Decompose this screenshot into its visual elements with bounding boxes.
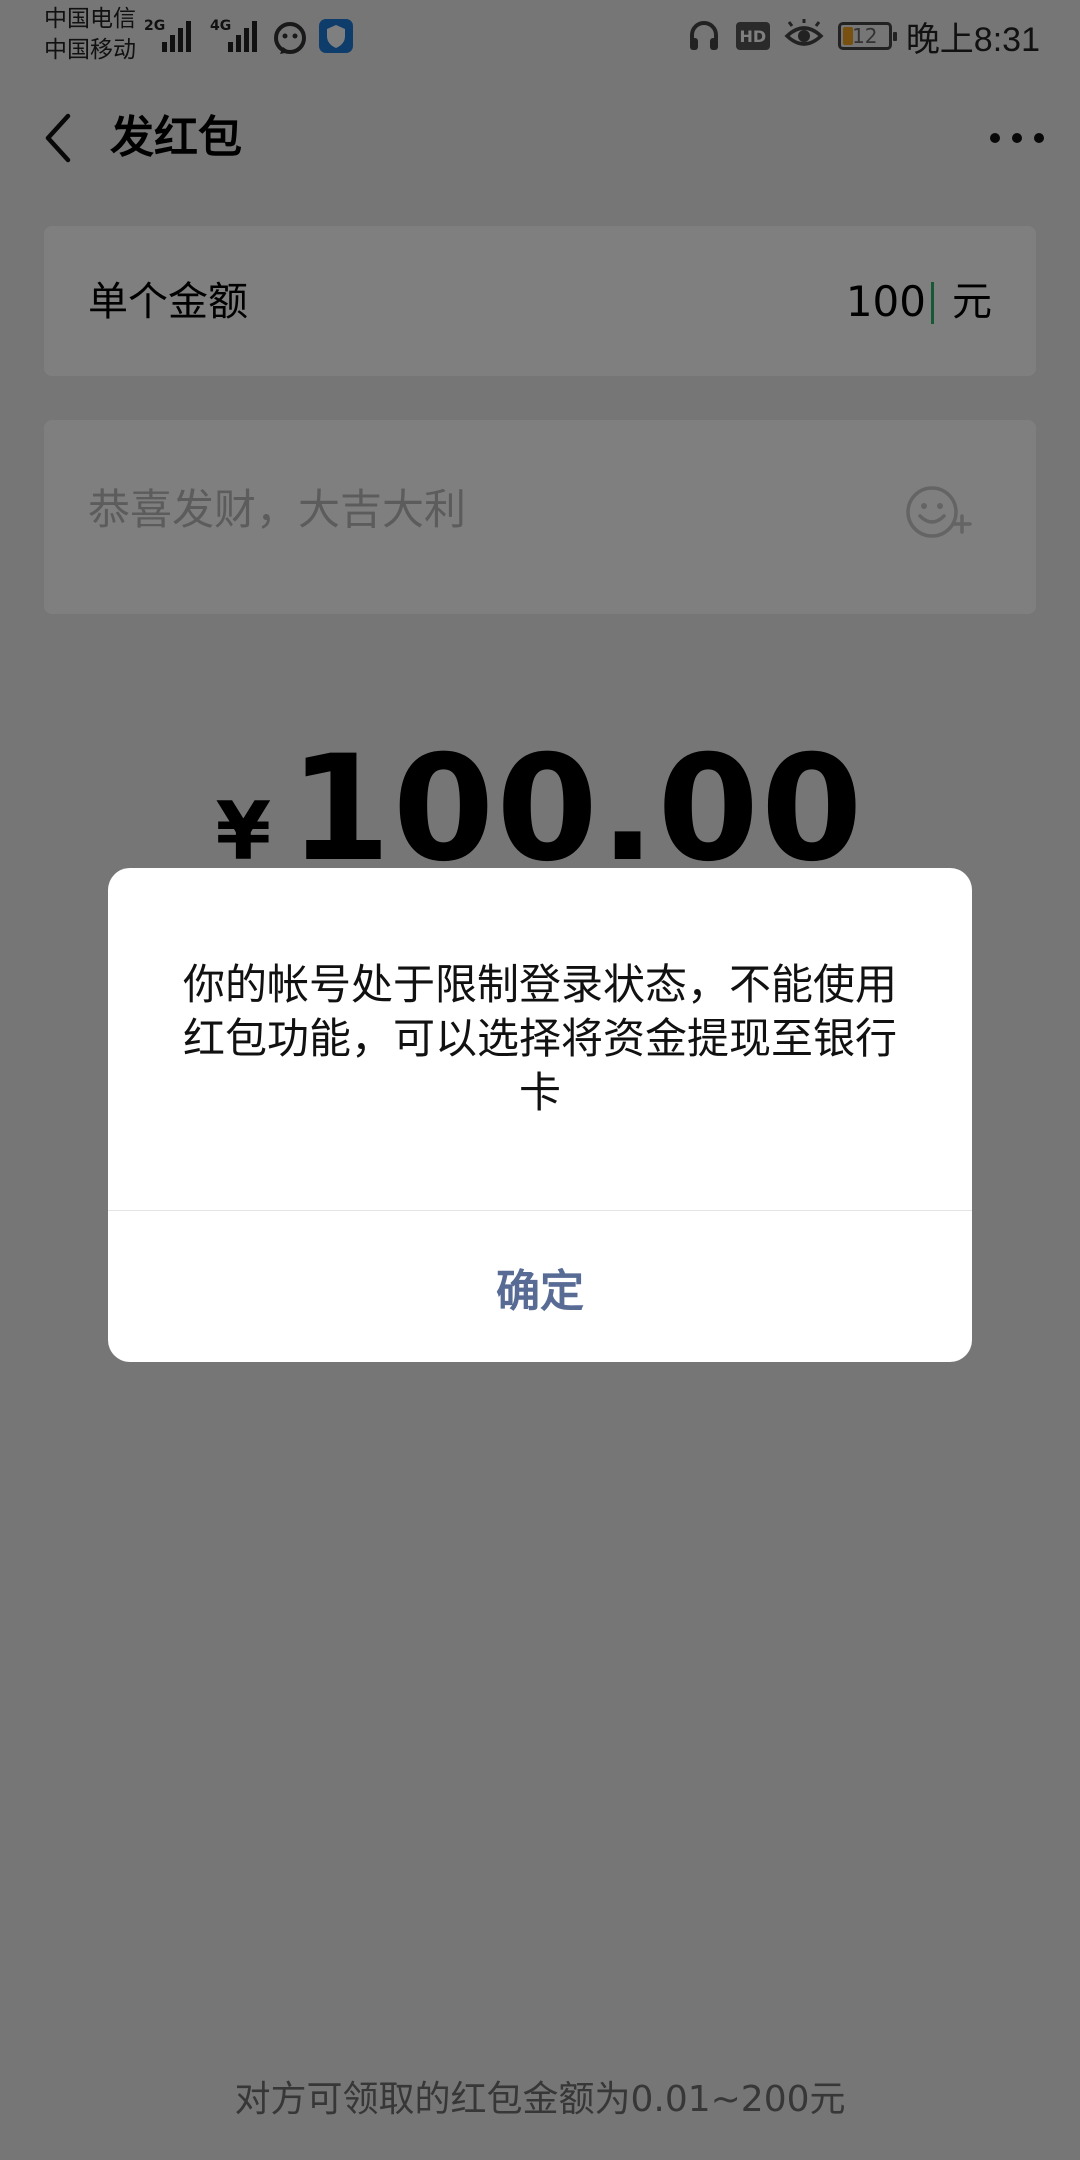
battery-level: 12 [852,24,878,48]
screen: 中国电信 中国移动 2G 4G [0,0,1080,2160]
alert-dialog: 你的帐号处于限制登录状态，不能使用红包功能，可以选择将资金提现至银行卡 确定 [108,868,972,1362]
confirm-button[interactable]: 确定 [108,1211,972,1362]
dialog-message: 你的帐号处于限制登录状态，不能使用红包功能，可以选择将资金提现至银行卡 [182,960,897,1117]
